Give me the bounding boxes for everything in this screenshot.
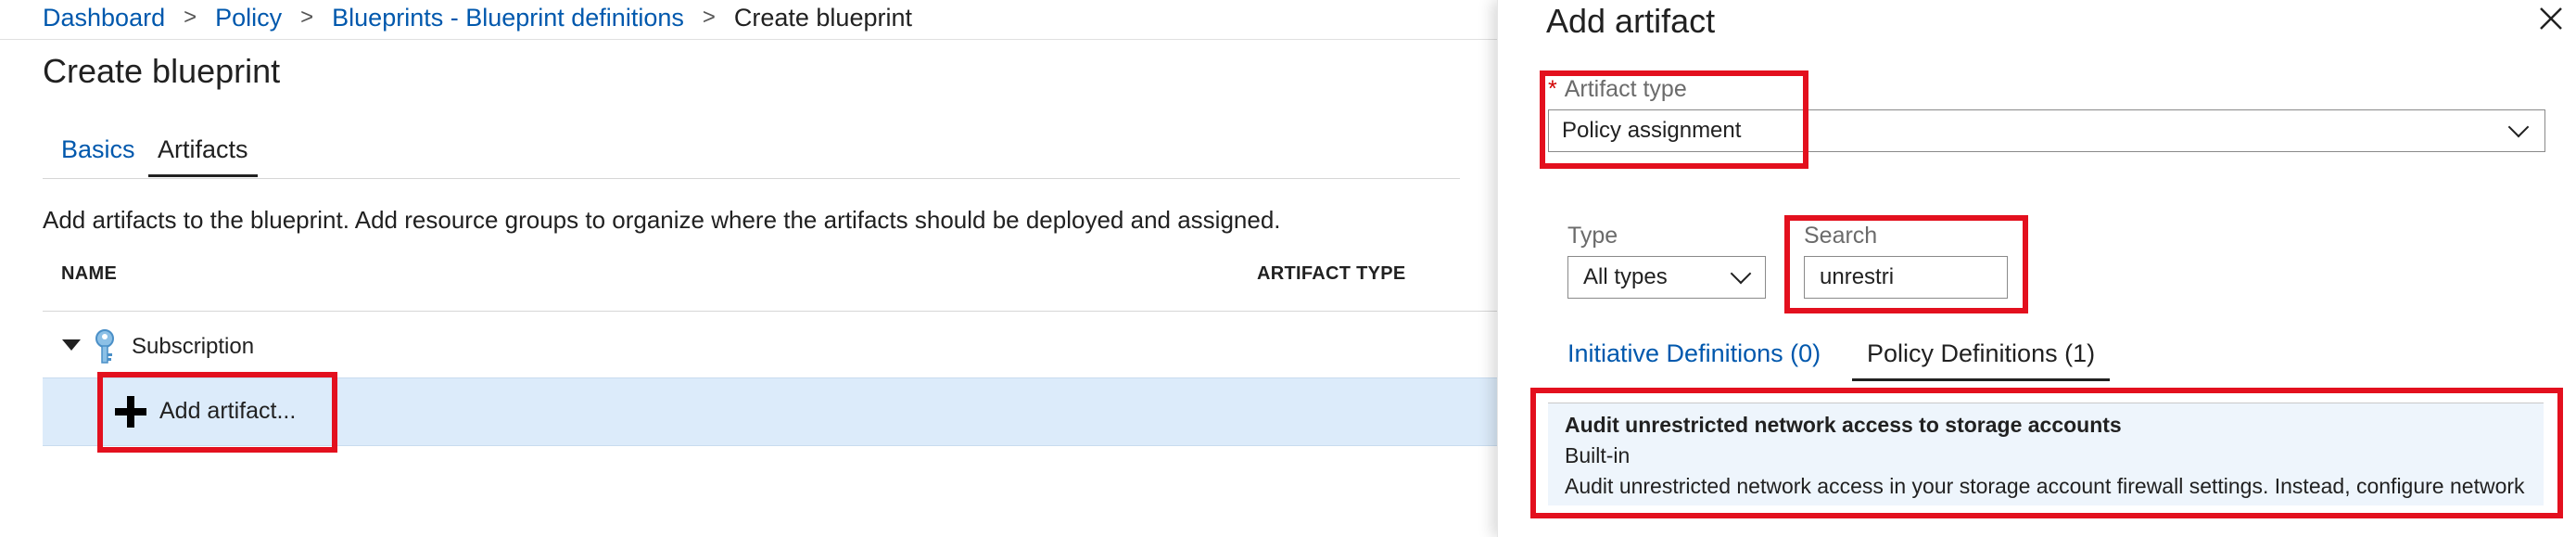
type-filter-select[interactable]: All types (1567, 256, 1766, 299)
chevron-down-icon (1730, 262, 1752, 285)
add-artifact-button[interactable]: Add artifact... (159, 398, 296, 425)
subscription-row: Subscription (43, 311, 1497, 378)
result-title: Audit unrestricted network access to sto… (1565, 413, 2122, 437)
caret-down-icon[interactable] (62, 339, 81, 351)
key-icon (95, 329, 114, 364)
type-filter-value: All types (1583, 264, 1668, 289)
blade-title: Add artifact (1546, 2, 1716, 40)
policy-result-item[interactable]: Audit unrestricted network access to sto… (1548, 403, 2544, 505)
breadcrumb-separator: > (702, 5, 716, 30)
create-blueprint-page: Dashboard > Policy > Blueprints - Bluepr… (0, 0, 1497, 537)
artifact-type-label-text: Artifact type (1564, 76, 1687, 102)
breadcrumb-blueprint-definitions[interactable]: Blueprints - Blueprint definitions (332, 4, 684, 32)
breadcrumb-separator: > (184, 5, 197, 30)
column-header-artifact-type: ARTIFACT TYPE (1257, 263, 1406, 284)
header-divider (0, 39, 1497, 40)
search-label: Search (1804, 223, 1878, 249)
artifact-type-label: * Artifact type (1548, 76, 1687, 103)
breadcrumb-dashboard[interactable]: Dashboard (43, 4, 165, 32)
tab-basics[interactable]: Basics (61, 135, 135, 176)
type-filter-label: Type (1567, 223, 1618, 249)
artifacts-description: Add artifacts to the blueprint. Add reso… (43, 206, 1281, 234)
tab-artifacts[interactable]: Artifacts (148, 135, 258, 177)
tab-initiative-definitions[interactable]: Initiative Definitions (0) (1567, 339, 1821, 377)
subscription-label: Subscription (132, 334, 255, 359)
breadcrumb: Dashboard > Policy > Blueprints - Bluepr… (43, 2, 912, 33)
result-description: Audit unrestricted network access in you… (1565, 474, 2525, 498)
page-tabs: Basics Artifacts (43, 122, 1460, 179)
plus-icon (115, 396, 146, 428)
breadcrumb-create-blueprint: Create blueprint (733, 3, 912, 32)
chevron-down-icon (2507, 116, 2530, 138)
breadcrumb-separator: > (300, 5, 314, 30)
artifact-type-select[interactable]: Policy assignment (1548, 109, 2545, 152)
breadcrumb-policy[interactable]: Policy (215, 4, 282, 32)
result-source: Built-in (1565, 443, 1631, 467)
add-artifact-row[interactable]: Add artifact... (43, 377, 1497, 446)
search-input[interactable] (1804, 256, 2008, 299)
add-artifact-blade: Add artifact * Artifact type Policy assig… (1497, 0, 2576, 537)
close-icon[interactable] (2538, 6, 2564, 32)
page-title: Create blueprint (43, 52, 281, 90)
tab-policy-definitions[interactable]: Policy Definitions (1) (1852, 339, 2111, 381)
required-mark: * (1548, 76, 1557, 102)
column-header-name: NAME (61, 263, 118, 284)
artifact-type-value: Policy assignment (1562, 118, 1742, 143)
